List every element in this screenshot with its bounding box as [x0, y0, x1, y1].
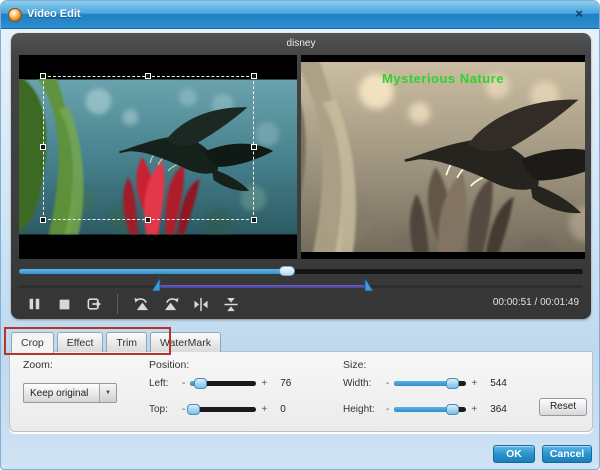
height-slider-fill	[394, 406, 454, 412]
height-value: 364	[490, 403, 507, 415]
tab-effect[interactable]: Effect	[56, 332, 104, 352]
close-icon[interactable]: ×	[575, 7, 583, 21]
preview-video-panel: Mysterious Nature	[301, 55, 585, 259]
width-minus[interactable]: -	[386, 378, 389, 389]
app-icon	[8, 8, 22, 22]
left-slider-thumb[interactable]	[193, 377, 207, 389]
stop-icon	[59, 299, 69, 309]
snapshot-icon	[87, 298, 101, 310]
preview-stage: disney Mysterious Nature 00:00:51 / 00:0…	[11, 33, 591, 319]
crop-handle-ne[interactable]	[251, 73, 257, 79]
progress-slider[interactable]	[19, 266, 583, 276]
snapshot-button[interactable]	[81, 294, 107, 314]
window-titlebar: Video Edit ×	[1, 1, 599, 29]
preview-video-frame	[301, 62, 585, 252]
left-plus[interactable]: +	[261, 378, 267, 389]
video-edit-dialog: Video Edit × disney Mysterious Nature 00…	[0, 0, 600, 470]
flip-vertical-icon	[224, 297, 238, 311]
crop-selection[interactable]	[40, 73, 257, 223]
stop-button[interactable]	[51, 294, 77, 314]
clip-title: disney	[286, 38, 316, 49]
flip-horizontal-button[interactable]	[188, 294, 214, 314]
left-slider-row: Left: - + 76	[149, 375, 291, 391]
transport-separator	[117, 294, 118, 314]
top-value: 0	[280, 403, 286, 415]
width-slider-thumb[interactable]	[446, 377, 460, 389]
chevron-down-icon[interactable]: ▼	[99, 384, 116, 402]
height-slider-row: Height: - + 364	[343, 401, 507, 417]
window-title: Video Edit	[27, 8, 81, 20]
tab-bar: Crop Effect Trim WaterMark	[11, 332, 224, 353]
trim-handle-right[interactable]	[363, 278, 373, 291]
height-plus[interactable]: +	[471, 404, 477, 415]
tab-watermark[interactable]: WaterMark	[150, 332, 221, 352]
pause-button[interactable]	[21, 294, 47, 314]
tab-trim[interactable]: Trim	[106, 332, 148, 352]
tab-crop[interactable]: Crop	[11, 332, 54, 353]
height-label: Height:	[343, 403, 375, 415]
source-video-panel[interactable]	[19, 55, 297, 259]
trim-range-bar	[159, 285, 365, 288]
width-slider[interactable]	[394, 377, 467, 389]
top-minus[interactable]: -	[182, 404, 185, 415]
width-label: Width:	[343, 377, 372, 389]
crop-handle-s[interactable]	[144, 217, 151, 223]
left-label: Left:	[149, 377, 169, 389]
pause-icon	[29, 298, 40, 310]
transport-bar	[21, 293, 248, 315]
ok-button[interactable]: OK	[493, 445, 535, 463]
rotate-right-button[interactable]	[158, 294, 184, 314]
width-value: 544	[490, 377, 507, 389]
top-plus[interactable]: +	[261, 404, 267, 415]
reset-button[interactable]: Reset	[539, 398, 587, 416]
progress-thumb[interactable]	[278, 266, 295, 276]
zoom-select-value: Keep original	[30, 387, 89, 399]
rotate-left-button[interactable]	[128, 294, 154, 314]
rotate-right-icon	[164, 297, 179, 310]
width-slider-row: Width: - + 544	[343, 375, 507, 391]
left-minus[interactable]: -	[182, 378, 185, 389]
crop-handle-w[interactable]	[40, 144, 46, 150]
left-value: 76	[280, 377, 292, 389]
rotate-left-icon	[133, 297, 148, 310]
top-label: Top:	[149, 403, 168, 415]
flip-vertical-button[interactable]	[218, 294, 244, 314]
height-slider[interactable]	[394, 403, 467, 415]
crop-handle-n[interactable]	[144, 73, 151, 79]
top-slider-thumb[interactable]	[187, 403, 201, 415]
top-slider-row: Top: - + 0	[149, 401, 286, 417]
flip-horizontal-icon	[194, 297, 208, 311]
cancel-button[interactable]: Cancel	[542, 445, 592, 463]
height-minus[interactable]: -	[386, 404, 389, 415]
watermark-text: Mysterious Nature	[382, 71, 504, 86]
size-label: Size:	[343, 359, 367, 371]
width-slider-fill	[394, 380, 454, 386]
crop-handle-sw[interactable]	[40, 217, 46, 223]
height-slider-thumb[interactable]	[446, 403, 460, 415]
position-label: Position:	[149, 359, 190, 371]
zoom-label: Zoom:	[23, 359, 53, 371]
crop-handle-se[interactable]	[251, 217, 257, 223]
crop-handle-e[interactable]	[251, 144, 257, 150]
width-plus[interactable]: +	[471, 378, 477, 389]
time-display: 00:00:51 / 00:01:49	[492, 297, 579, 308]
left-slider[interactable]	[190, 377, 257, 389]
trim-handle-left[interactable]	[152, 278, 162, 291]
zoom-select[interactable]: Keep original ▼	[23, 383, 117, 403]
progress-fill	[19, 269, 287, 274]
crop-handle-nw[interactable]	[40, 73, 46, 79]
top-slider[interactable]	[187, 403, 257, 415]
